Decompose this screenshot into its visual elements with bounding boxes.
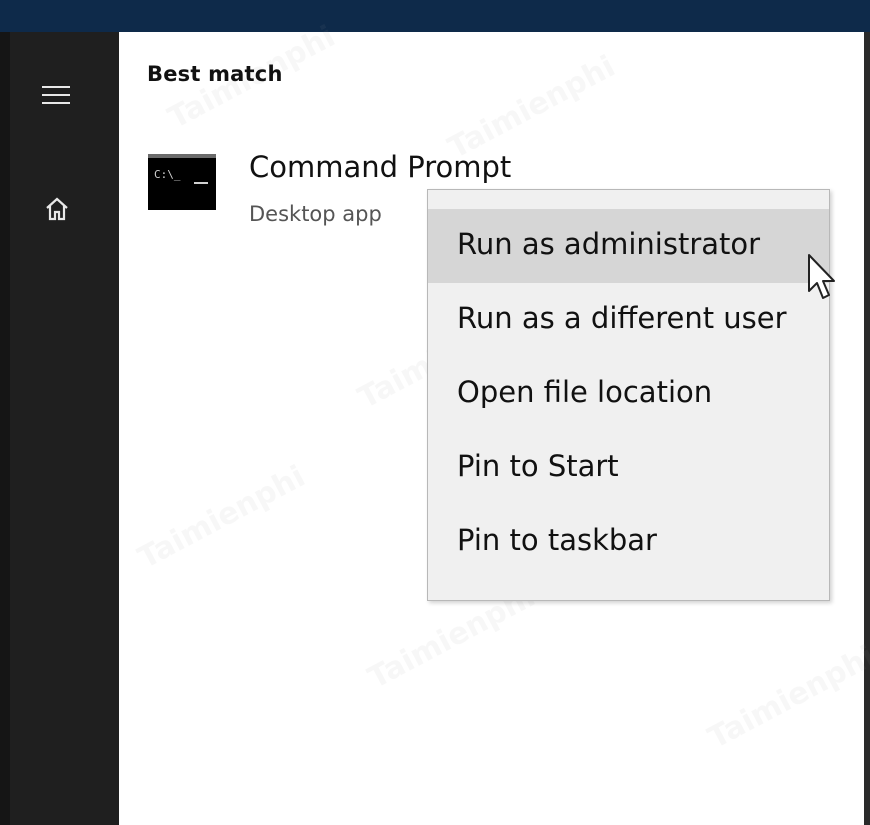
menu-item-label: Pin to taskbar	[457, 523, 657, 557]
nav-rail-edge	[0, 32, 10, 825]
result-title: Command Prompt	[249, 150, 512, 184]
window-top-border	[0, 0, 870, 32]
menu-item-open-file-location[interactable]: Open file location	[428, 357, 829, 431]
hamburger-menu-icon[interactable]	[42, 83, 70, 107]
menu-item-pin-to-taskbar[interactable]: Pin to taskbar	[428, 505, 829, 579]
command-prompt-icon: C:\_	[148, 154, 216, 210]
context-menu: Run as administrator Run as a different …	[427, 189, 830, 601]
menu-item-run-as-administrator[interactable]: Run as administrator	[428, 209, 829, 283]
menu-item-label: Pin to Start	[457, 449, 619, 483]
menu-item-label: Open file location	[457, 375, 713, 409]
result-subtitle: Desktop app	[249, 202, 382, 226]
menu-item-pin-to-start[interactable]: Pin to Start	[428, 431, 829, 505]
menu-item-run-as-different-user[interactable]: Run as a different user	[428, 283, 829, 357]
command-prompt-icon-cursor	[194, 182, 208, 184]
menu-item-label: Run as administrator	[457, 227, 761, 261]
home-icon[interactable]	[40, 192, 74, 226]
menu-item-label: Run as a different user	[457, 301, 787, 335]
panel-right-edge	[864, 32, 870, 825]
best-match-heading: Best match	[147, 62, 283, 86]
command-prompt-icon-text: C:\_	[154, 168, 181, 181]
mouse-pointer-icon	[806, 253, 840, 303]
search-result-command-prompt[interactable]: C:\_ Command Prompt Desktop app	[140, 140, 511, 240]
start-search-window: Taimienphi Taimienphi Taimienphi Taimien…	[0, 0, 870, 825]
nav-rail	[0, 32, 119, 825]
